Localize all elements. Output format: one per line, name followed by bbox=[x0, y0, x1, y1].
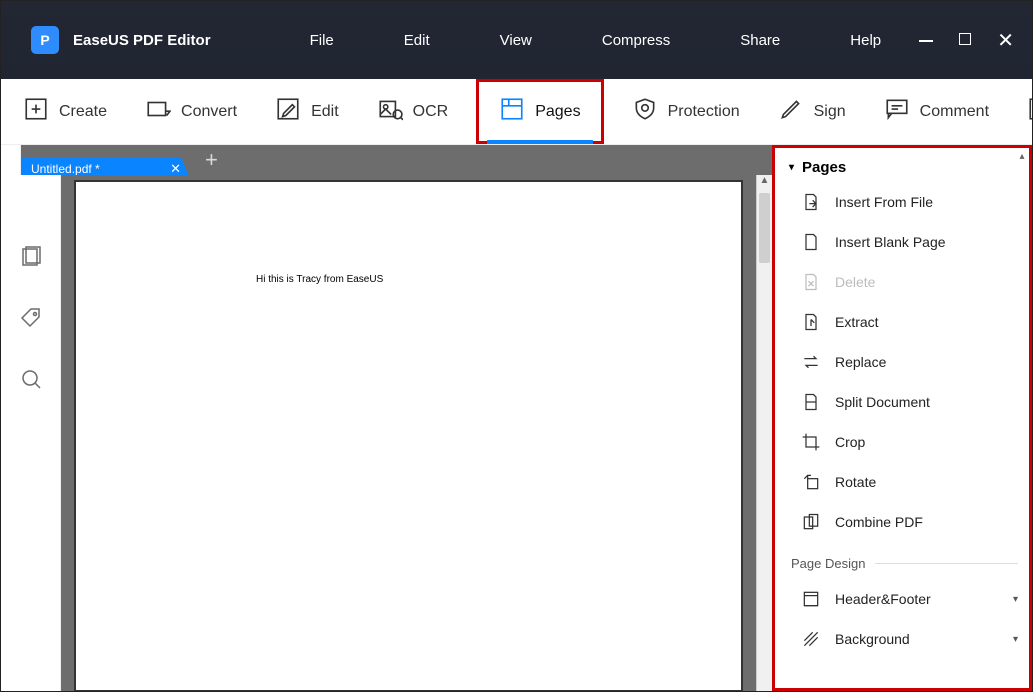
tool-sign[interactable]: Sign bbox=[768, 90, 856, 133]
action-header-footer[interactable]: Header&Footer ▾ bbox=[773, 579, 1032, 619]
action-rotate[interactable]: Rotate bbox=[773, 462, 1032, 502]
panel-section-page-design: Page Design bbox=[773, 542, 1032, 579]
tool-create[interactable]: Create bbox=[13, 90, 117, 133]
pen-icon bbox=[778, 96, 804, 127]
crop-icon bbox=[801, 432, 821, 452]
menu-help[interactable]: Help bbox=[850, 32, 881, 49]
scroll-up-button[interactable]: ▲ bbox=[757, 175, 772, 191]
action-insert-blank-page-label: Insert Blank Page bbox=[835, 234, 946, 250]
document-canvas[interactable]: Hi this is Tracy from EaseUS bbox=[61, 175, 756, 691]
tool-convert[interactable]: Convert bbox=[135, 90, 247, 133]
canvas-scrollbar[interactable]: ▲ bbox=[756, 175, 772, 691]
action-background[interactable]: Background ▾ bbox=[773, 619, 1032, 659]
menu-compress[interactable]: Compress bbox=[602, 32, 670, 49]
tool-pages-label: Pages bbox=[535, 103, 580, 121]
toolbar: Create Convert Edit OCR Pages Protection bbox=[1, 79, 1032, 145]
replace-icon bbox=[801, 352, 821, 372]
document-tab-label: Untitled.pdf * bbox=[31, 162, 100, 176]
tag-icon[interactable] bbox=[19, 306, 43, 335]
rotate-icon bbox=[801, 472, 821, 492]
action-delete: Delete bbox=[773, 262, 1032, 302]
tabstrip-left-gutter bbox=[1, 145, 21, 175]
tool-comment-label: Comment bbox=[920, 103, 989, 121]
action-header-footer-label: Header&Footer bbox=[835, 591, 931, 607]
action-crop[interactable]: Crop bbox=[773, 422, 1032, 462]
tool-ocr-label: OCR bbox=[413, 103, 449, 121]
window-minimize-button[interactable] bbox=[919, 32, 933, 48]
tool-edit[interactable]: Edit bbox=[265, 90, 349, 133]
menu-view[interactable]: View bbox=[500, 32, 532, 49]
convert-icon bbox=[145, 96, 171, 127]
plus-box-icon bbox=[23, 96, 49, 127]
section-divider bbox=[875, 563, 1018, 564]
tool-convert-label: Convert bbox=[181, 103, 237, 121]
panel-actions: Insert From File Insert Blank Page Delet… bbox=[773, 182, 1032, 542]
action-rotate-label: Rotate bbox=[835, 474, 876, 490]
delete-page-icon bbox=[801, 272, 821, 292]
panel-scroll-up[interactable]: ▴ bbox=[1015, 151, 1029, 162]
panel-title: Pages bbox=[802, 159, 846, 176]
header-footer-icon bbox=[801, 589, 821, 609]
shield-icon bbox=[632, 96, 658, 127]
action-replace-label: Replace bbox=[835, 354, 886, 370]
window-maximize-button[interactable] bbox=[959, 32, 971, 48]
tool-edit-label: Edit bbox=[311, 103, 339, 121]
collapse-caret-icon: ▾ bbox=[789, 162, 794, 173]
action-background-label: Background bbox=[835, 631, 910, 647]
window-controls: ✕ bbox=[919, 28, 1014, 53]
action-split-document-label: Split Document bbox=[835, 394, 930, 410]
document-body-text: Hi this is Tracy from EaseUS bbox=[256, 274, 383, 285]
comment-icon bbox=[884, 96, 910, 127]
tool-ocr[interactable]: OCR bbox=[367, 90, 459, 133]
forms-icon bbox=[1027, 96, 1032, 127]
action-insert-blank-page[interactable]: Insert Blank Page bbox=[773, 222, 1032, 262]
action-split-document[interactable]: Split Document bbox=[773, 382, 1032, 422]
action-crop-label: Crop bbox=[835, 434, 865, 450]
action-combine-pdf-label: Combine PDF bbox=[835, 514, 923, 530]
tool-forms[interactable]: Forms bbox=[1017, 90, 1032, 133]
tool-protection-label: Protection bbox=[668, 103, 740, 121]
action-insert-from-file[interactable]: Insert From File bbox=[773, 182, 1032, 222]
app-logo: P bbox=[31, 26, 59, 54]
tool-pages[interactable]: Pages bbox=[476, 79, 603, 144]
panel-section-label: Page Design bbox=[791, 556, 865, 571]
action-replace[interactable]: Replace bbox=[773, 342, 1032, 382]
panel-header[interactable]: ▾ Pages bbox=[773, 149, 1032, 182]
combine-icon bbox=[801, 512, 821, 532]
left-sidebar bbox=[1, 175, 61, 691]
menu-share[interactable]: Share bbox=[740, 32, 780, 49]
edit-icon bbox=[275, 96, 301, 127]
new-tab-button[interactable]: + bbox=[191, 149, 232, 171]
search-icon[interactable] bbox=[19, 367, 43, 396]
extract-icon bbox=[801, 312, 821, 332]
document-page[interactable]: Hi this is Tracy from EaseUS bbox=[75, 181, 742, 691]
workspace: Hi this is Tracy from EaseUS ▲ ▴ ▾ Pages… bbox=[1, 175, 1032, 691]
tool-create-label: Create bbox=[59, 103, 107, 121]
thumbnails-icon[interactable] bbox=[19, 245, 43, 274]
tool-comment[interactable]: Comment bbox=[874, 90, 999, 133]
split-icon bbox=[801, 392, 821, 412]
action-extract-label: Extract bbox=[835, 314, 879, 330]
action-combine-pdf[interactable]: Combine PDF bbox=[773, 502, 1032, 542]
action-insert-from-file-label: Insert From File bbox=[835, 194, 933, 210]
pages-panel: ▴ ▾ Pages Insert From File Insert Blank … bbox=[772, 145, 1032, 691]
pages-icon bbox=[499, 96, 525, 127]
page-insert-icon bbox=[801, 192, 821, 212]
panel-scrollbar[interactable]: ▴ bbox=[1015, 151, 1029, 685]
window-close-button[interactable]: ✕ bbox=[997, 28, 1014, 53]
tool-sign-label: Sign bbox=[814, 103, 846, 121]
menu-edit[interactable]: Edit bbox=[404, 32, 430, 49]
menu-file[interactable]: File bbox=[310, 32, 334, 49]
blank-page-icon bbox=[801, 232, 821, 252]
background-icon bbox=[801, 629, 821, 649]
tool-protection[interactable]: Protection bbox=[622, 90, 750, 133]
action-extract[interactable]: Extract bbox=[773, 302, 1032, 342]
app-title: EaseUS PDF Editor bbox=[73, 32, 211, 49]
action-delete-label: Delete bbox=[835, 274, 875, 290]
titlebar: P EaseUS PDF Editor File Edit View Compr… bbox=[1, 1, 1032, 79]
scroll-thumb[interactable] bbox=[759, 193, 770, 263]
main-menu: File Edit View Compress Share Help bbox=[230, 32, 882, 49]
ocr-icon bbox=[377, 96, 403, 127]
